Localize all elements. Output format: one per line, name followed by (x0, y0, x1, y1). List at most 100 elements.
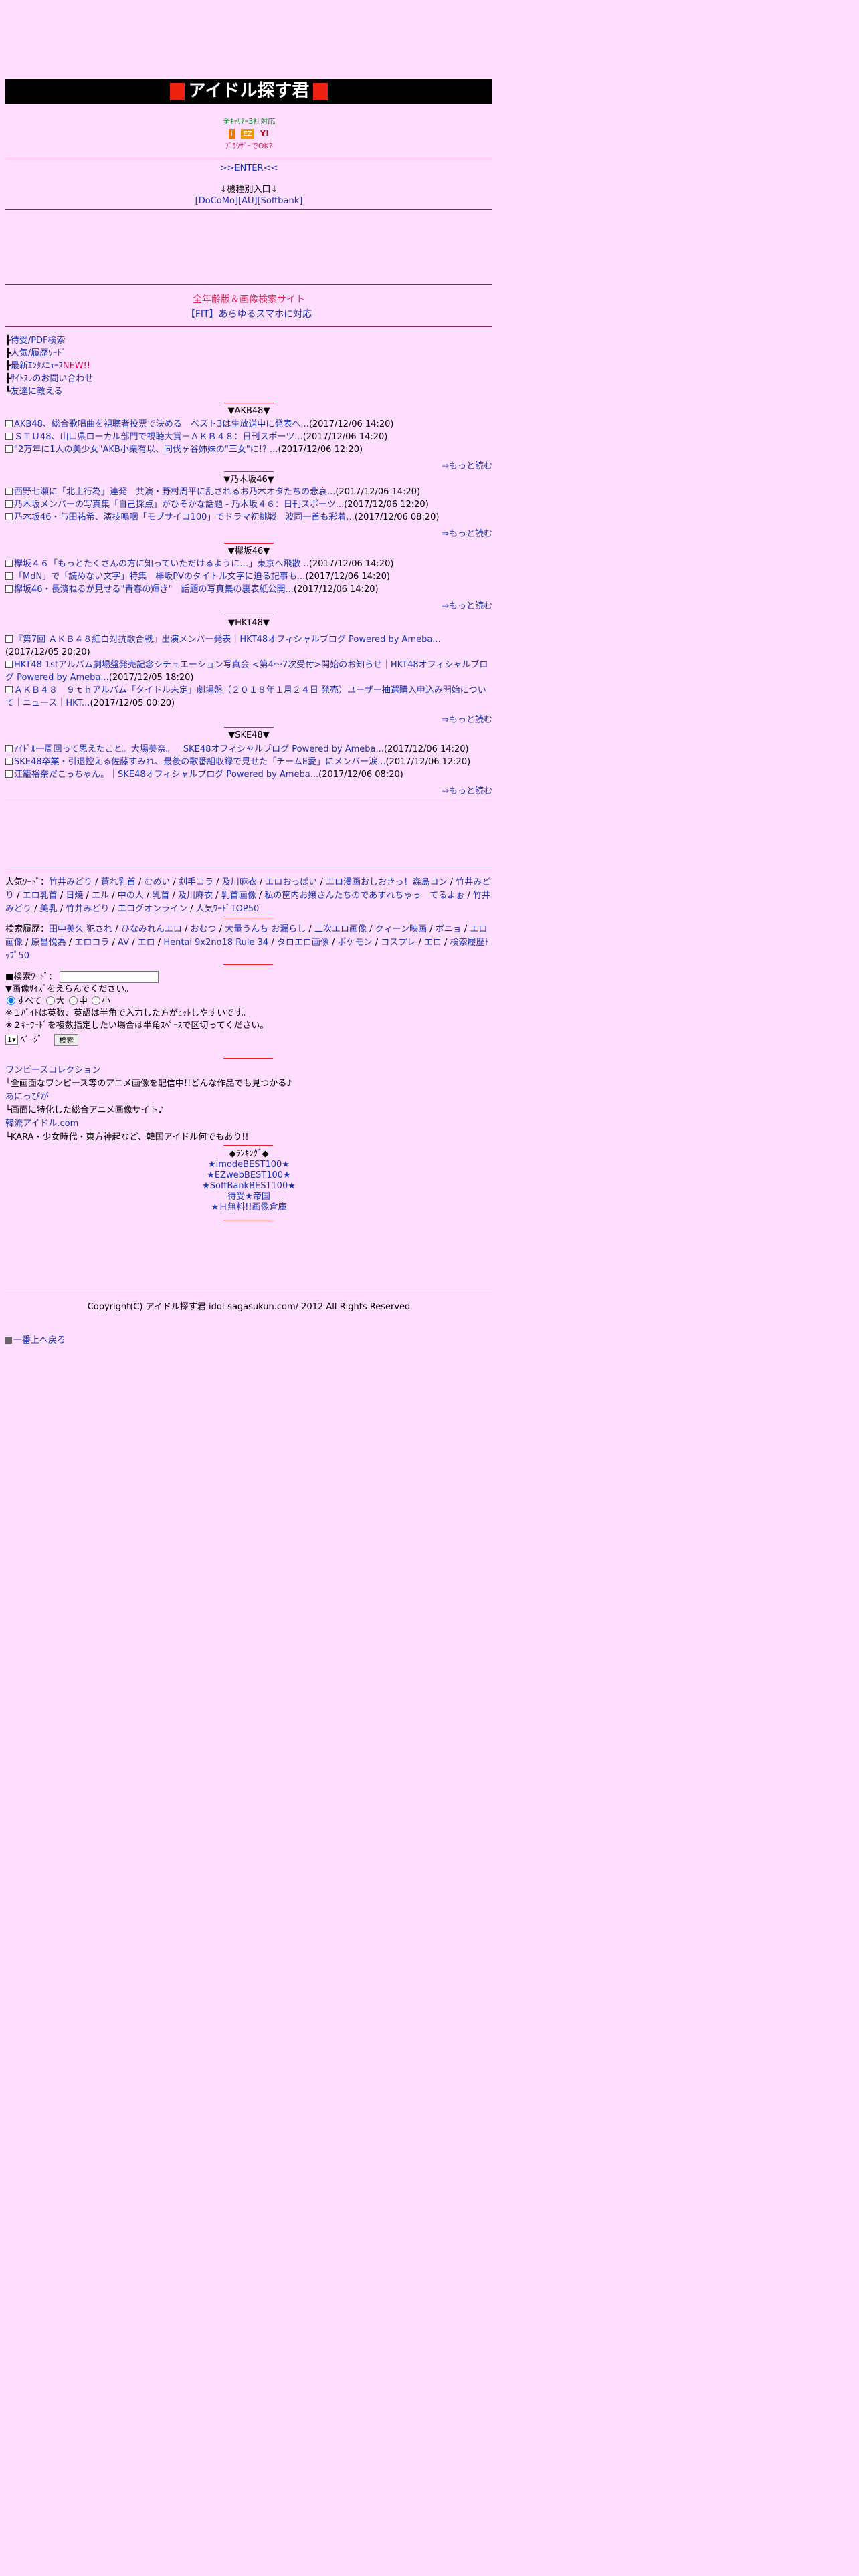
history-word-link[interactable]: ボニョ (436, 924, 462, 934)
popular-word-link[interactable]: 美乳 (40, 904, 58, 914)
history-word-link[interactable]: 田中美久 犯され (49, 924, 112, 934)
popular-word-link[interactable]: 乳首画像 (221, 891, 256, 901)
history-word-link[interactable]: おむつ (190, 924, 216, 934)
back-to-top-link[interactable]: 一番上へ戻る (13, 1335, 66, 1346)
history-word-link[interactable]: コスプレ (381, 938, 415, 948)
feature-link-2[interactable]: 韓流アイドル.com (5, 1117, 492, 1131)
popular-word-link[interactable]: 蒼れ乳首 (101, 877, 136, 887)
separator: / (169, 891, 179, 901)
history-word-link[interactable]: ひなみれんエロ (121, 924, 182, 934)
history-word-link[interactable]: Hentai 9x2no18 Rule 34 (163, 938, 268, 948)
history-word-link[interactable]: クィーン映画 (375, 924, 427, 934)
popular-word-link[interactable]: 竹井みどり (49, 877, 92, 887)
feature-title-link[interactable]: ワンピースコレクション (5, 1064, 492, 1077)
feature-desc-1: └全画面なワンピース等のアニメ画像を配信中!!どんな作品でも見つかる♪ (5, 1079, 292, 1089)
ranking-title: ◆ﾗﾝｷﾝｸﾞ◆ (229, 1149, 269, 1159)
popular-label: 人気ﾜｰﾄﾞ： (5, 877, 50, 887)
history-word-link[interactable]: 二次エロ画像 (314, 924, 367, 934)
separator: / (372, 938, 381, 948)
promo-line1[interactable]: 全年齢版＆画像検索サイト (5, 292, 492, 307)
ezweb-icon: EZ (241, 129, 254, 139)
popular-word-link[interactable]: 剣手コラ (179, 877, 213, 887)
list-item: 江籠裕奈だこっちゃん。｜SKE48オフィシャルブログ Powered by Am… (5, 768, 492, 781)
more-link[interactable]: ⇒もっと読む (5, 600, 492, 613)
search-form: ■検索ﾜｰﾄﾞ： ▼画像ｻｲｽﾞをえらんでください。 すべて 大 中 小 ※１ﾊ… (5, 971, 492, 1046)
popular-word-link[interactable]: 及川麻衣 (178, 891, 213, 901)
popular-word-link[interactable]: エロおっぱい (265, 877, 317, 887)
yahoo-icon: Y! (260, 129, 269, 138)
size-large-label: 大 (56, 996, 65, 1006)
ranking-link[interactable]: ★EZwebBEST100★ (5, 1170, 492, 1181)
more-link[interactable]: ⇒もっと読む (5, 785, 492, 798)
carrier-line: 全ｷｬﾘｱｰ3社対応 (222, 117, 276, 126)
popular-word-link[interactable]: エログオンライン (118, 904, 187, 914)
checkbox-icon (5, 500, 13, 508)
popular-word-link[interactable]: むめい (144, 877, 170, 887)
menu-item-wallpaper[interactable]: ┣待受/PDF検索 (5, 334, 492, 347)
news-list-ske48: ｱｲﾄﾞﾙ一周回って思えたこと。大場美奈。｜SKE48オフィシャルブログ Pow… (5, 743, 492, 798)
separator: / (441, 938, 450, 948)
size-small-radio[interactable] (92, 996, 101, 1005)
list-item: AKB48、総合歌唱曲を視聴者投票で決める ベスト3は生放送中に発表へ...(2… (5, 418, 492, 431)
size-all-radio[interactable] (7, 996, 15, 1005)
size-options: すべて 大 中 小 (5, 996, 492, 1008)
separator: / (155, 938, 164, 948)
divider (5, 284, 492, 285)
model-docomo-link[interactable]: [DoCoMo] (195, 196, 238, 206)
checkbox-icon (5, 686, 13, 693)
popular-word-link[interactable]: 及川麻衣 (222, 877, 257, 887)
history-word-link[interactable]: タロエロ画像 (277, 938, 329, 948)
ranking-link[interactable]: ★SoftBankBEST100★ (5, 1181, 492, 1192)
history-word-link[interactable]: 原昌悦為 (31, 938, 66, 948)
ranking-link[interactable]: 待受★帝国 (5, 1192, 492, 1202)
menu-bullet-icon: ┗ (5, 387, 11, 397)
size-medium-radio[interactable] (68, 996, 78, 1005)
search-button[interactable]: 検索 (54, 1033, 79, 1046)
promo-line2[interactable]: 【FIT】あらゆるスマホに対応 (5, 307, 492, 322)
popular-word-link[interactable]: 日焼 (66, 891, 83, 901)
separator: / (187, 904, 196, 914)
menu-bullet-icon: ┣ (5, 374, 11, 384)
history-word-link[interactable]: エロ (138, 938, 155, 948)
history-word-link[interactable]: AV (118, 938, 129, 948)
popular-word-link[interactable]: エル (92, 891, 109, 901)
search-note-2: ※２ｷｰﾜｰﾄﾞを複数指定したい場合は半角ｽﾍﾟｰｽで区切ってください。 (5, 1020, 269, 1031)
history-word-link[interactable]: ポケモン (338, 938, 373, 948)
enter-link[interactable]: >>ENTER<< (220, 163, 278, 173)
checkbox-icon (5, 433, 13, 440)
popular-word-link[interactable]: エロ漫画おしおきっ！森島コン (326, 877, 447, 887)
menu-item-share[interactable]: ┗友達に教える (5, 385, 492, 398)
more-link[interactable]: ⇒もっと読む (5, 528, 492, 540)
news-list-keyakizaka46: 欅坂４６「もっとたくさんの方に知っていただけるように…」東京へ飛散...(201… (5, 558, 492, 613)
history-word-link[interactable]: 大量うんち お漏らし (225, 924, 306, 934)
checkbox-icon (5, 420, 13, 427)
popular-word-link[interactable]: 乳首 (152, 891, 169, 901)
popular-word-link[interactable]: 中の人 (118, 891, 144, 901)
separator: / (213, 877, 222, 887)
menu-item-news[interactable]: ┣最新ｴﾝﾀﾒﾆｭｰｽNEW!! (5, 360, 492, 372)
popular-word-link[interactable]: 私の筐内お嬢さんたちのであすれちゃっ てるよぉ (264, 891, 464, 901)
history-word-link[interactable]: エロコラ (74, 938, 109, 948)
size-large-radio[interactable] (45, 996, 55, 1005)
page-select[interactable]: 1▾ (5, 1035, 18, 1045)
checkbox-icon (5, 745, 13, 752)
popular-top-link[interactable]: 人気ﾜｰﾄﾞTOP50 (196, 904, 260, 914)
section-title-akb48: ▼AKB48▼ (0, 403, 498, 419)
model-entry-label: ↓機種別入口↓ (219, 185, 278, 195)
more-link[interactable]: ⇒もっと読む (5, 714, 492, 726)
history-word-link[interactable]: エロ (424, 938, 442, 948)
model-au-link[interactable]: [AU] (238, 196, 258, 206)
section-rule (224, 543, 274, 544)
ranking-link[interactable]: ★Ｈ無料!!画像倉庫 (5, 1202, 492, 1213)
popular-word-link[interactable]: エロ乳首 (23, 891, 58, 901)
checkbox-icon (5, 758, 13, 765)
menu-item-contact[interactable]: ┣ｻｲﾄｽﾚのお問い合わせ (5, 372, 492, 385)
ranking-link[interactable]: ★imodeBEST100★ (5, 1160, 492, 1170)
popular-word-link[interactable]: 竹井みどり (66, 904, 109, 914)
search-input[interactable] (60, 971, 159, 983)
feature-link-1[interactable]: あにっぴが (5, 1091, 492, 1104)
list-item: SKE48卒業・引退控える佐藤すみれ、最後の歌番組収録で見せた「チームE愛」にメ… (5, 756, 492, 768)
menu-item-popular[interactable]: ┣人気/履歴ﾜｰﾄﾞ (5, 347, 492, 360)
list-item: HKT48 1stアルバム劇場盤発売記念シチュエーション写真会 <第4〜7次受付… (5, 660, 488, 683)
model-softbank-link[interactable]: [Softbank] (258, 196, 303, 206)
